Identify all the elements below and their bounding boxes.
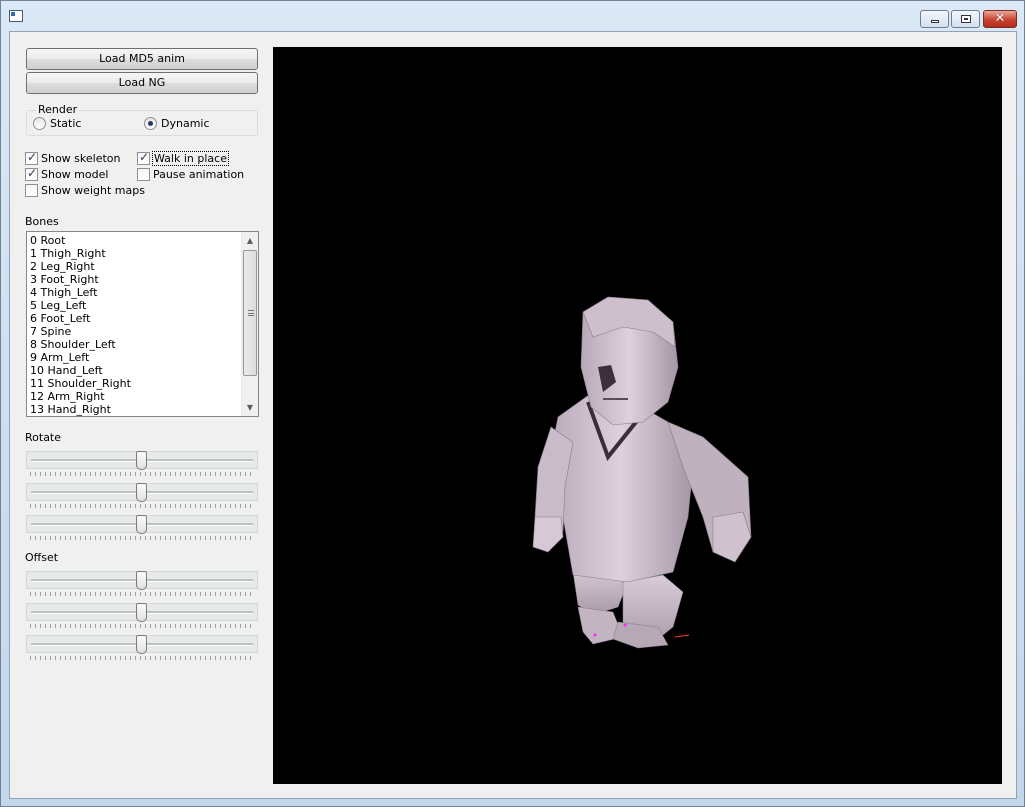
3d-viewport[interactable] (273, 47, 1002, 784)
slider-thumb[interactable] (136, 571, 147, 590)
slider-ticks (30, 472, 254, 476)
pause-animation-box[interactable] (137, 168, 150, 181)
model-hand-right (712, 511, 752, 563)
offset-slider-z[interactable] (26, 635, 258, 661)
list-item[interactable]: 11 Shoulder_Right (30, 377, 240, 390)
radio-dynamic[interactable]: Dynamic (144, 117, 210, 130)
show-skeleton-checkbox[interactable]: Show skeleton (25, 150, 121, 165)
list-item[interactable]: 3 Foot_Right (30, 273, 240, 286)
close-icon: ✕ (994, 11, 1006, 26)
radio-dynamic-label: Dynamic (161, 117, 210, 130)
scroll-thumb[interactable] (243, 250, 257, 376)
show-weight-maps-checkbox[interactable]: Show weight maps (25, 184, 145, 197)
walk-in-place-box[interactable] (137, 150, 150, 165)
bones-listbox[interactable]: 0 Root 1 Thigh_Right 2 Leg_Right 3 Foot_Rig… (26, 231, 259, 417)
close-button[interactable]: ✕ (983, 10, 1017, 28)
title-bar[interactable]: ✕ (1, 1, 1024, 31)
list-item[interactable]: 6 Foot_Left (30, 312, 240, 325)
pause-animation-label: Pause animation (153, 168, 245, 181)
slider-thumb[interactable] (136, 635, 147, 654)
bones-label: Bones (25, 215, 59, 228)
slider-ticks (30, 592, 254, 596)
list-item[interactable]: 10 Hand_Left (30, 364, 240, 377)
list-item[interactable]: 13 Hand_Right (30, 403, 240, 416)
restore-icon (961, 15, 971, 23)
radio-static[interactable]: Static (33, 117, 81, 130)
radio-static-indicator[interactable] (33, 117, 46, 130)
render-group-legend: Render (36, 103, 80, 116)
show-skeleton-label: Show skeleton (41, 152, 121, 165)
list-item[interactable]: 2 Leg_Right (30, 260, 240, 273)
bones-list: 0 Root 1 Thigh_Right 2 Leg_Right 3 Foot_Rig… (30, 234, 240, 416)
slider-thumb[interactable] (136, 515, 147, 534)
app-icon[interactable] (9, 10, 23, 22)
bones-scrollbar[interactable]: ▲ ▼ (241, 232, 258, 416)
slider-thumb[interactable] (136, 603, 147, 622)
load-md5-anim-button[interactable]: Load MD5 anim (26, 48, 258, 70)
show-weight-maps-label: Show weight maps (41, 184, 145, 197)
slider-ticks (30, 656, 254, 660)
list-item[interactable]: 12 Arm_Right (30, 390, 240, 403)
rotate-slider-z[interactable] (26, 515, 258, 541)
walk-in-place-label: Walk in place (152, 151, 229, 166)
character-model (532, 296, 752, 649)
load-ng-button[interactable]: Load NG (26, 72, 258, 94)
grip-icon (248, 310, 254, 316)
rotate-slider-x[interactable] (26, 451, 258, 477)
walk-in-place-checkbox[interactable]: Walk in place (137, 150, 229, 166)
slider-ticks (30, 504, 254, 508)
list-item[interactable]: 8 Shoulder_Left (30, 338, 240, 351)
rotate-slider-y[interactable] (26, 483, 258, 509)
scroll-up-arrow-icon[interactable]: ▲ (242, 232, 258, 249)
pause-animation-checkbox[interactable]: Pause animation (137, 168, 244, 181)
list-item[interactable]: 5 Leg_Left (30, 299, 240, 312)
bone-marker (623, 623, 627, 627)
list-item[interactable]: 9 Arm_Left (30, 351, 240, 364)
model-hand-left (532, 516, 564, 553)
list-item[interactable]: 7 Spine (30, 325, 240, 338)
bone-line (674, 634, 690, 638)
show-model-label: Show model (41, 168, 109, 181)
list-item[interactable]: 1 Thigh_Right (30, 247, 240, 260)
app-window: ✕ Load MD5 anim Load NG Render Static Dy… (0, 0, 1025, 807)
slider-ticks (30, 536, 254, 540)
slider-ticks (30, 624, 254, 628)
offset-slider-y[interactable] (26, 603, 258, 629)
show-model-box[interactable] (25, 166, 38, 181)
scroll-down-arrow-icon[interactable]: ▼ (242, 399, 258, 416)
list-item[interactable]: 4 Thigh_Left (30, 286, 240, 299)
show-model-checkbox[interactable]: Show model (25, 166, 109, 181)
show-skeleton-box[interactable] (25, 150, 38, 165)
show-weight-maps-box[interactable] (25, 184, 38, 197)
minimize-icon (931, 20, 939, 23)
offset-slider-x[interactable] (26, 571, 258, 597)
offset-label: Offset (25, 551, 59, 564)
radio-static-label: Static (50, 117, 82, 130)
slider-thumb[interactable] (136, 451, 147, 470)
bone-marker (593, 633, 597, 637)
list-item[interactable]: 0 Root (30, 234, 240, 247)
slider-thumb[interactable] (136, 483, 147, 502)
radio-dynamic-indicator[interactable] (144, 117, 157, 130)
client-area: Load MD5 anim Load NG Render Static Dyna… (9, 31, 1017, 799)
rotate-label: Rotate (25, 431, 62, 444)
maximize-button[interactable] (951, 10, 980, 28)
minimize-button[interactable] (920, 10, 949, 28)
